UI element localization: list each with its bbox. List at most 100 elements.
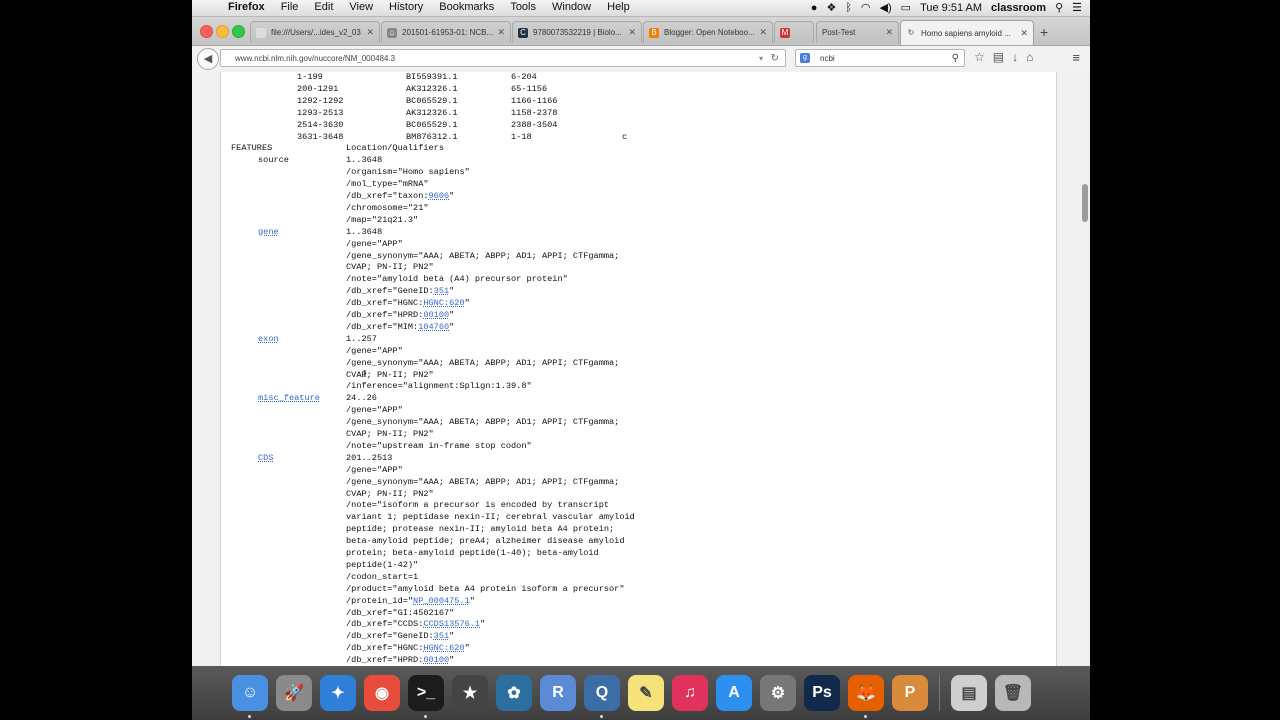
tab-2[interactable]: ⌂ 201501-61953-01: NCB... ✕ — [381, 21, 511, 43]
app-store-icon[interactable]: A — [716, 675, 752, 711]
search-input[interactable]: ncbi — [820, 54, 835, 63]
minimize-window-button[interactable] — [216, 25, 229, 38]
xref-link[interactable]: 351 — [434, 631, 449, 641]
close-tab-icon[interactable]: ✕ — [1020, 28, 1028, 39]
bookmark-star-icon[interactable]: ☆ — [974, 50, 985, 64]
qualifier-line: /gene_synonym="AAA; ABETA; ABPP; AD1; AP… — [346, 417, 619, 428]
tab-6[interactable]: Post-Test ✕ — [816, 21, 899, 43]
xref-link[interactable]: 351 — [434, 286, 449, 296]
menu-edit[interactable]: Edit — [306, 1, 341, 13]
xref-link[interactable]: 104760 — [418, 322, 449, 332]
reload-icon[interactable]: ↻ — [771, 50, 779, 68]
feature-key-misc_feature[interactable]: misc_feature — [258, 393, 320, 404]
search-bar[interactable]: g ncbi ⚲ — [795, 49, 965, 67]
primary-range: 2514-3630 — [297, 119, 344, 130]
page-viewport: 1-199 BI559391.1 6-204 200-1291 AK312326.1 65… — [192, 72, 1090, 666]
close-tab-icon[interactable]: ✕ — [759, 27, 767, 38]
itunes-icon[interactable]: ♫ — [672, 675, 708, 711]
chevron-down-icon[interactable]: ▾ — [759, 50, 763, 68]
terminal-icon[interactable]: >_ — [408, 675, 444, 718]
clock[interactable]: Tue 9:51 AM — [920, 2, 982, 14]
primary-range: 1292-1292 — [297, 95, 344, 106]
close-tab-icon[interactable]: ✕ — [366, 27, 374, 38]
scrollbar-track[interactable] — [1080, 72, 1090, 666]
qualifier-text: " — [449, 321, 455, 332]
qualifier-text: /gene="APP" — [346, 345, 403, 356]
reading-list-icon[interactable]: ▤ — [993, 50, 1004, 64]
wifi-icon[interactable]: ◠ — [861, 1, 871, 14]
qualifier-line: 24..26 — [346, 393, 377, 404]
qualifier-text: /gene="APP" — [346, 464, 403, 475]
qualifier-line: peptide; protease nexin-II; amyloid beta… — [346, 524, 614, 535]
menu-file[interactable]: File — [273, 1, 307, 13]
tab-5[interactable]: M — [774, 21, 814, 43]
firefox-icon[interactable]: 🦊 — [848, 675, 884, 718]
record-icon[interactable]: ● — [811, 2, 818, 14]
url-bar[interactable]: www.ncbi.nlm.nih.gov/nuccore/NM_000484.3… — [220, 49, 786, 67]
close-tab-icon[interactable]: ✕ — [497, 27, 505, 38]
user-name[interactable]: classroom — [991, 2, 1046, 14]
menu-history[interactable]: History — [381, 1, 431, 13]
xref-link[interactable]: NP_000475.1 — [413, 596, 470, 606]
features-label: FEATURES — [231, 143, 273, 154]
r-app-icon[interactable]: R — [540, 675, 576, 711]
zoom-window-button[interactable] — [232, 25, 245, 38]
menu-tools[interactable]: Tools — [502, 1, 544, 13]
qualifier-text: variant 1; peptidase nexin-II; cerebral … — [346, 512, 635, 523]
system-preferences-icon[interactable]: ⚙ — [760, 675, 796, 711]
primary-acc: BI559391.1 — [406, 72, 458, 82]
spotlight-icon[interactable]: ⚲ — [1055, 1, 1063, 14]
feature-key-cds[interactable]: CDS — [258, 453, 273, 464]
feature-key-exon[interactable]: exon — [258, 334, 279, 345]
primary-acc: BC065529.1 — [406, 119, 458, 130]
molecule-app-icon[interactable]: ✿ — [496, 675, 532, 711]
tab-1[interactable]: file:///Users/...ides_v2_03.swf ✕ — [250, 21, 380, 43]
search-icon[interactable]: ⚲ — [952, 50, 959, 68]
menu-bookmarks[interactable]: Bookmarks — [431, 1, 502, 13]
xref-link[interactable]: HGNC:620 — [423, 298, 464, 308]
close-tab-icon[interactable]: ✕ — [885, 27, 893, 38]
photoshop-icon[interactable]: Ps — [804, 675, 840, 711]
chrome-icon[interactable]: ◉ — [364, 675, 400, 711]
dock-separator — [939, 675, 940, 711]
downloads-stack-icon[interactable]: ▤ — [951, 675, 987, 711]
bluetooth-icon[interactable]: ᛒ — [845, 2, 852, 14]
safari-icon[interactable]: ✦ — [320, 675, 356, 711]
close-tab-icon[interactable]: ✕ — [628, 27, 636, 38]
qualifier-text: /note="isoform a precursor is encoded by… — [346, 500, 610, 511]
download-icon[interactable]: ↓ — [1012, 50, 1018, 64]
back-button[interactable]: ◀ — [197, 48, 219, 70]
launchpad-icon[interactable]: 🚀 — [276, 675, 312, 711]
close-window-button[interactable] — [200, 25, 213, 38]
xref-link[interactable]: CCDS13576.1 — [423, 619, 480, 629]
menu-help[interactable]: Help — [599, 1, 638, 13]
xref-link[interactable]: 00100 — [423, 655, 449, 665]
primary-span: 1158-2378 — [511, 107, 558, 118]
imovie-icon[interactable]: ★ — [452, 675, 488, 711]
menu-window[interactable]: Window — [544, 1, 599, 13]
tab-3[interactable]: C 9780073532219 | Biolo... ✕ — [512, 21, 642, 43]
dropbox-icon[interactable]: ❖ — [826, 1, 836, 14]
scrollbar-thumb[interactable] — [1082, 184, 1088, 222]
tab-7[interactable]: ↻ Homo sapiens amyloid ... ✕ — [900, 20, 1034, 45]
trash-icon[interactable]: 🗑 — [995, 675, 1031, 711]
xref-link[interactable]: 9606 — [429, 191, 450, 201]
finder-icon[interactable]: ☺ — [232, 675, 268, 718]
preview-app-icon[interactable]: P — [892, 675, 928, 711]
tab-4[interactable]: B Blogger: Open Noteboo... ✕ — [643, 21, 773, 43]
menu-view[interactable]: View — [341, 1, 381, 13]
notes-icon[interactable]: ✎ — [628, 675, 664, 711]
new-tab-button[interactable]: + — [1040, 24, 1048, 40]
feature-key-gene[interactable]: gene — [258, 227, 279, 238]
xref-link[interactable]: HGNC:620 — [423, 643, 464, 653]
xref-link[interactable]: 00100 — [423, 310, 449, 320]
qualifier-text: peptide; protease nexin-II; amyloid beta… — [346, 524, 615, 535]
battery-icon[interactable]: ▭ — [901, 1, 911, 14]
home-icon[interactable]: ⌂ — [1026, 50, 1033, 64]
quicktime-icon[interactable]: Q — [584, 675, 620, 718]
menu-app-name[interactable]: Firefox — [228, 1, 273, 13]
notification-center-icon[interactable]: ☰ — [1072, 1, 1082, 14]
google-icon[interactable]: g — [800, 53, 810, 63]
volume-icon[interactable]: ◀) — [880, 1, 892, 14]
hamburger-menu-icon[interactable]: ≡ — [1072, 50, 1080, 65]
